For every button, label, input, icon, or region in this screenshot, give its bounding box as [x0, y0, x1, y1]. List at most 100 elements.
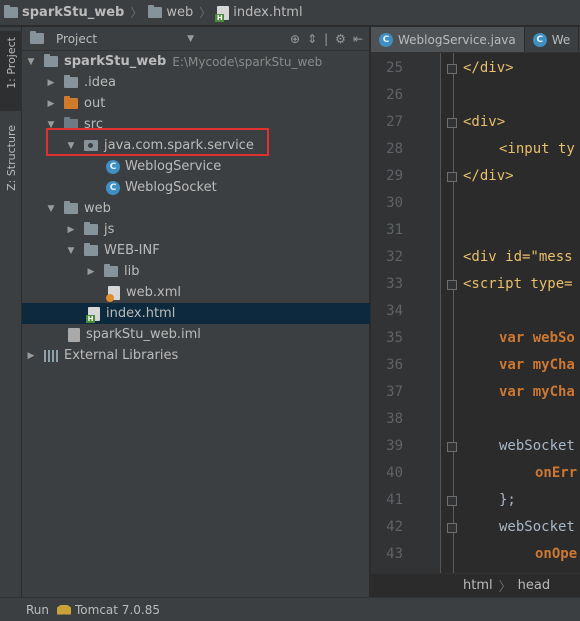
navigation-bar: sparkStu_web 〉 web 〉 index.html: [0, 0, 580, 26]
tomcat-icon: [57, 604, 72, 615]
code-line[interactable]: var myCha: [499, 384, 575, 400]
breadcrumb-folder-label: web: [166, 5, 194, 20]
line-number: 30: [386, 195, 403, 211]
code-line[interactable]: <div>: [463, 114, 505, 130]
tree-item-sparkstu-web[interactable]: ▼ sparkStu_web E:\Mycode\sparkStu_web: [22, 51, 370, 72]
collapse-all-icon[interactable]: ⇕: [307, 32, 317, 46]
fold-marker-icon[interactable]: [447, 64, 457, 74]
scroll-from-source-icon[interactable]: ⊕: [290, 32, 300, 46]
fold-marker-icon[interactable]: [447, 172, 457, 182]
highlight-annotation-box: [46, 128, 269, 156]
run-configuration[interactable]: Tomcat 7.0.85: [75, 603, 160, 617]
project-toolwindow-tab[interactable]: 1: Project: [0, 31, 22, 111]
collapse-arrow-icon[interactable]: ▶: [46, 78, 56, 88]
tree-item-web[interactable]: ▼ web: [22, 198, 370, 219]
code-line[interactable]: webSocket: [499, 438, 575, 454]
project-panel-title[interactable]: Project: [56, 32, 97, 46]
tree-item-label: .idea: [84, 75, 116, 90]
project-view-icon: [30, 31, 44, 44]
tree-item-web-inf[interactable]: ▼ WEB-INF: [22, 240, 370, 261]
tree-item-idea[interactable]: ▶ .idea: [22, 72, 370, 93]
code-line[interactable]: <div id="mess: [463, 249, 573, 265]
tree-item-label: web: [84, 201, 111, 216]
code-line[interactable]: };: [499, 492, 516, 508]
folder-icon: [148, 5, 163, 18]
fold-marker-icon[interactable]: [447, 118, 457, 128]
line-number: 32: [386, 249, 403, 265]
expand-arrow-icon[interactable]: ▼: [66, 246, 76, 256]
tree-item-label: index.html: [106, 306, 176, 321]
crumb-html[interactable]: html: [463, 578, 493, 593]
breadcrumb-file[interactable]: index.html: [215, 0, 303, 25]
collapse-arrow-icon[interactable]: ▶: [26, 351, 36, 361]
line-gutter: 25 26 27 28 29 30 31 32 33 34 35 36 37 3…: [371, 53, 441, 573]
tree-item-label: WEB-INF: [104, 243, 160, 258]
tree-item-label: WeblogSocket: [125, 180, 217, 195]
code-line[interactable]: </div>: [463, 168, 514, 184]
tree-item-web-xml[interactable]: web.xml: [22, 282, 370, 303]
tab-weblogservice[interactable]: C WeblogService.java: [371, 27, 525, 52]
hide-panel-icon[interactable]: ⇤: [353, 32, 363, 46]
tree-item-label: sparkStu_web.iml: [86, 327, 201, 342]
tree-item-weblogsocket[interactable]: C WeblogSocket: [22, 177, 370, 198]
project-folder-icon: [44, 54, 58, 67]
tab-weblogsocket[interactable]: C We: [525, 27, 580, 52]
tree-item-weblogservice[interactable]: C WeblogService: [22, 156, 370, 177]
collapse-arrow-icon[interactable]: ▶: [46, 99, 56, 109]
editor-breadcrumb-bar: html 〉 head: [371, 573, 580, 597]
code-line[interactable]: </div>: [463, 60, 514, 76]
fold-marker-icon[interactable]: [447, 442, 457, 452]
breadcrumb-project-label: sparkStu_web: [22, 5, 125, 20]
left-tool-strip: 1: Project Z: Structure: [0, 27, 22, 597]
line-number: 29: [386, 168, 403, 184]
line-number: 40: [386, 465, 403, 481]
structure-toolwindow-tab[interactable]: Z: Structure: [0, 121, 22, 205]
breadcrumb-project[interactable]: sparkStu_web: [4, 0, 125, 25]
gear-icon[interactable]: ⚙: [335, 32, 346, 46]
line-number: 31: [386, 222, 403, 238]
expand-arrow-icon[interactable]: ▼: [26, 57, 36, 67]
run-tab[interactable]: Run: [26, 603, 49, 617]
tree-item-js[interactable]: ▶ js: [22, 219, 370, 240]
tree-item-external-libraries[interactable]: ▶ External Libraries: [22, 345, 370, 366]
fold-marker-icon[interactable]: [447, 523, 457, 533]
breadcrumb-folder[interactable]: web: [148, 0, 194, 25]
code-line[interactable]: var myCha: [499, 357, 575, 373]
code-line[interactable]: webSocket: [499, 519, 575, 535]
html-file-icon: [215, 5, 230, 22]
fold-marker-icon[interactable]: [447, 496, 457, 506]
class-icon: C: [106, 180, 120, 195]
crumb-head[interactable]: head: [518, 578, 550, 593]
module-file-icon: [68, 327, 80, 342]
view-dropdown-icon[interactable]: ▼: [187, 34, 194, 44]
code-line[interactable]: <script type=: [463, 276, 573, 292]
tree-item-label: External Libraries: [64, 348, 179, 363]
project-path: E:\Mycode\sparkStu_web: [172, 54, 323, 69]
breadcrumb-file-label: index.html: [233, 5, 303, 20]
folder-icon: [64, 75, 78, 88]
collapse-arrow-icon[interactable]: ▶: [66, 225, 76, 235]
tree-item-iml[interactable]: sparkStu_web.iml: [22, 324, 370, 345]
libraries-icon: [44, 349, 58, 362]
code-line[interactable]: var webSo: [499, 330, 575, 346]
tree-item-label: lib: [124, 264, 140, 279]
line-number: 27: [386, 114, 403, 130]
indent-guide: [453, 53, 454, 573]
line-number: 39: [386, 438, 403, 454]
line-number: 34: [386, 303, 403, 319]
expand-arrow-icon[interactable]: ▼: [46, 204, 56, 214]
code-line[interactable]: onOpe: [535, 546, 577, 562]
line-number: 26: [386, 87, 403, 103]
tree-item-index-html[interactable]: index.html: [22, 303, 370, 324]
web-folder-icon: [64, 201, 78, 214]
code-line[interactable]: <input ty: [499, 141, 575, 157]
folder-icon: [84, 222, 98, 235]
collapse-arrow-icon[interactable]: ▶: [86, 267, 96, 277]
tree-item-out[interactable]: ▶ out: [22, 93, 370, 114]
folder-icon: [104, 264, 118, 277]
code-line[interactable]: onErr: [535, 465, 577, 481]
breadcrumb-separator: 〉: [199, 6, 212, 20]
tree-item-lib[interactable]: ▶ lib: [22, 261, 370, 282]
line-number: 25: [386, 60, 403, 76]
fold-marker-icon[interactable]: [447, 280, 457, 290]
